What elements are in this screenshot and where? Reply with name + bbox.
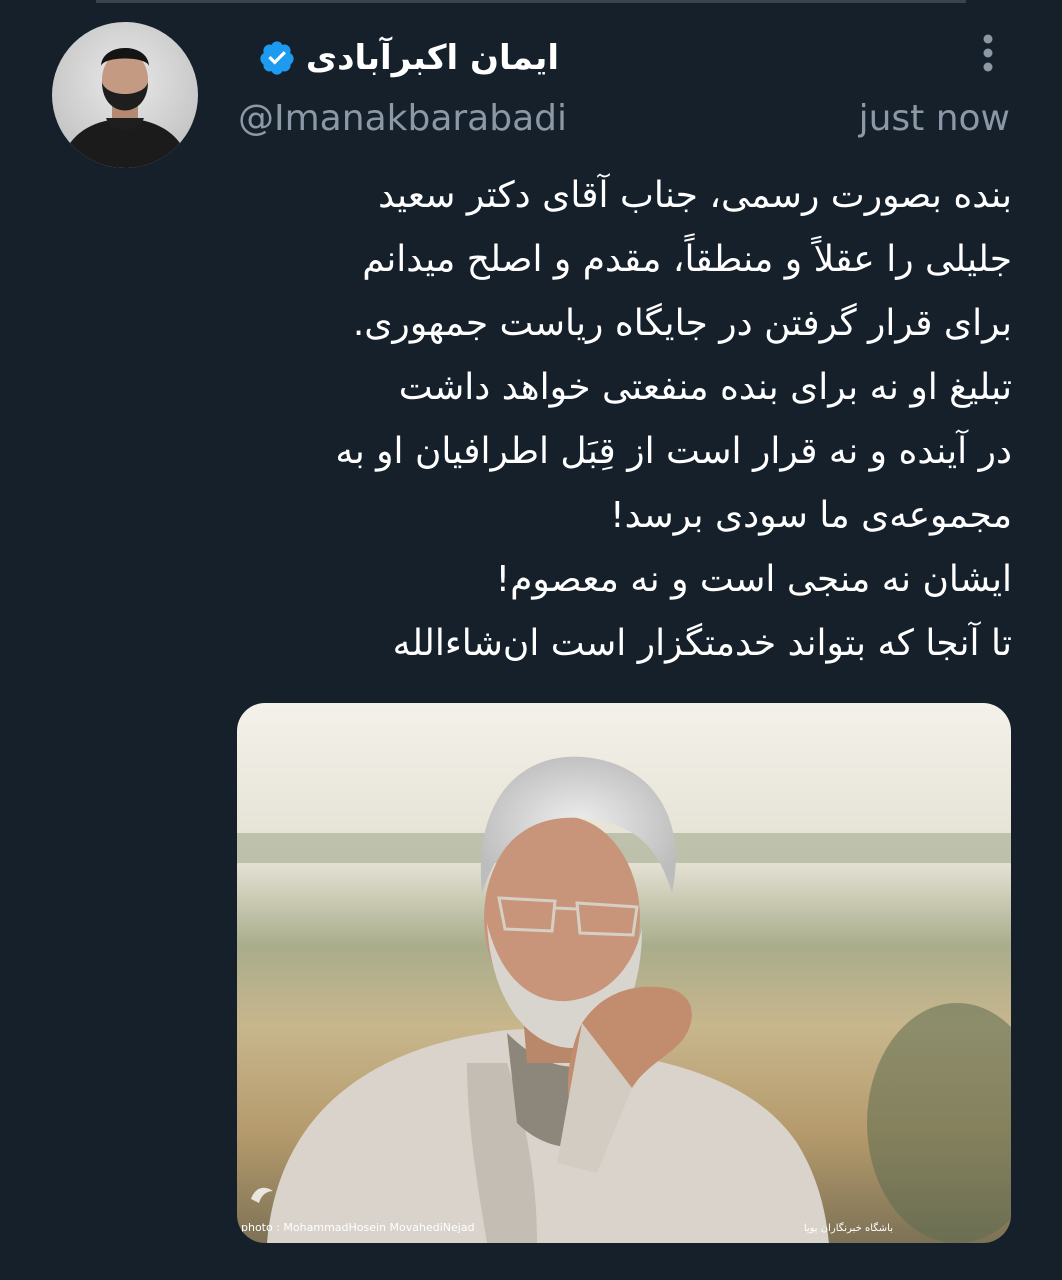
watermark-logo-icon — [251, 1187, 273, 1203]
avatar[interactable] — [52, 22, 198, 168]
tweet-text-line: تبلیغ او نه برای بنده منفعتی خواهد داشت — [398, 367, 1012, 408]
tweet-text-line: ایشان نه منجی است و نه معصوم! — [495, 559, 1012, 600]
tweet-text-line: جلیلی را عقلاً و منطقاً، مقدم و اصلح مید… — [362, 239, 1012, 280]
tweet-timestamp[interactable]: just now — [859, 98, 1010, 139]
tweet-text-line: بنده بصورت رسمی، جناب آقای دکتر سعید — [378, 175, 1012, 216]
agency-credit: باشگاه خبرنگاران پویا — [803, 1223, 893, 1234]
more-options-icon — [983, 34, 993, 72]
author-display-name[interactable]: ایمان اکبرآبادی — [306, 38, 559, 78]
tweet-text-line: برای قرار گرفتن در جایگاه ریاست جمهوری. — [352, 303, 1012, 344]
tweet-text: بنده بصورت رسمی، جناب آقای دکتر سعید جلی… — [232, 164, 1012, 676]
more-options-button[interactable] — [966, 28, 1010, 78]
tweet-text-line: تا آنجا که بتواند خدمتگزار است ان‌شاءالل… — [392, 623, 1012, 664]
tweet-media-photo[interactable]: photo : MohammadHosein MovahediNejad باش… — [237, 703, 1011, 1243]
photo-credit: photo : MohammadHosein MovahediNejad — [241, 1221, 475, 1234]
author-handle[interactable]: @Imanakbarabadi — [238, 98, 567, 139]
verified-badge-icon — [258, 39, 296, 77]
author-name-row: ایمان اکبرآبادی — [258, 30, 559, 86]
tweet-text-line: مجموعه‌ی ما سودی برسد! — [610, 495, 1012, 536]
tweet-text-line: در آینده و نه قرار است از قِبَل اطرافیان… — [335, 431, 1012, 472]
top-divider — [96, 0, 966, 3]
